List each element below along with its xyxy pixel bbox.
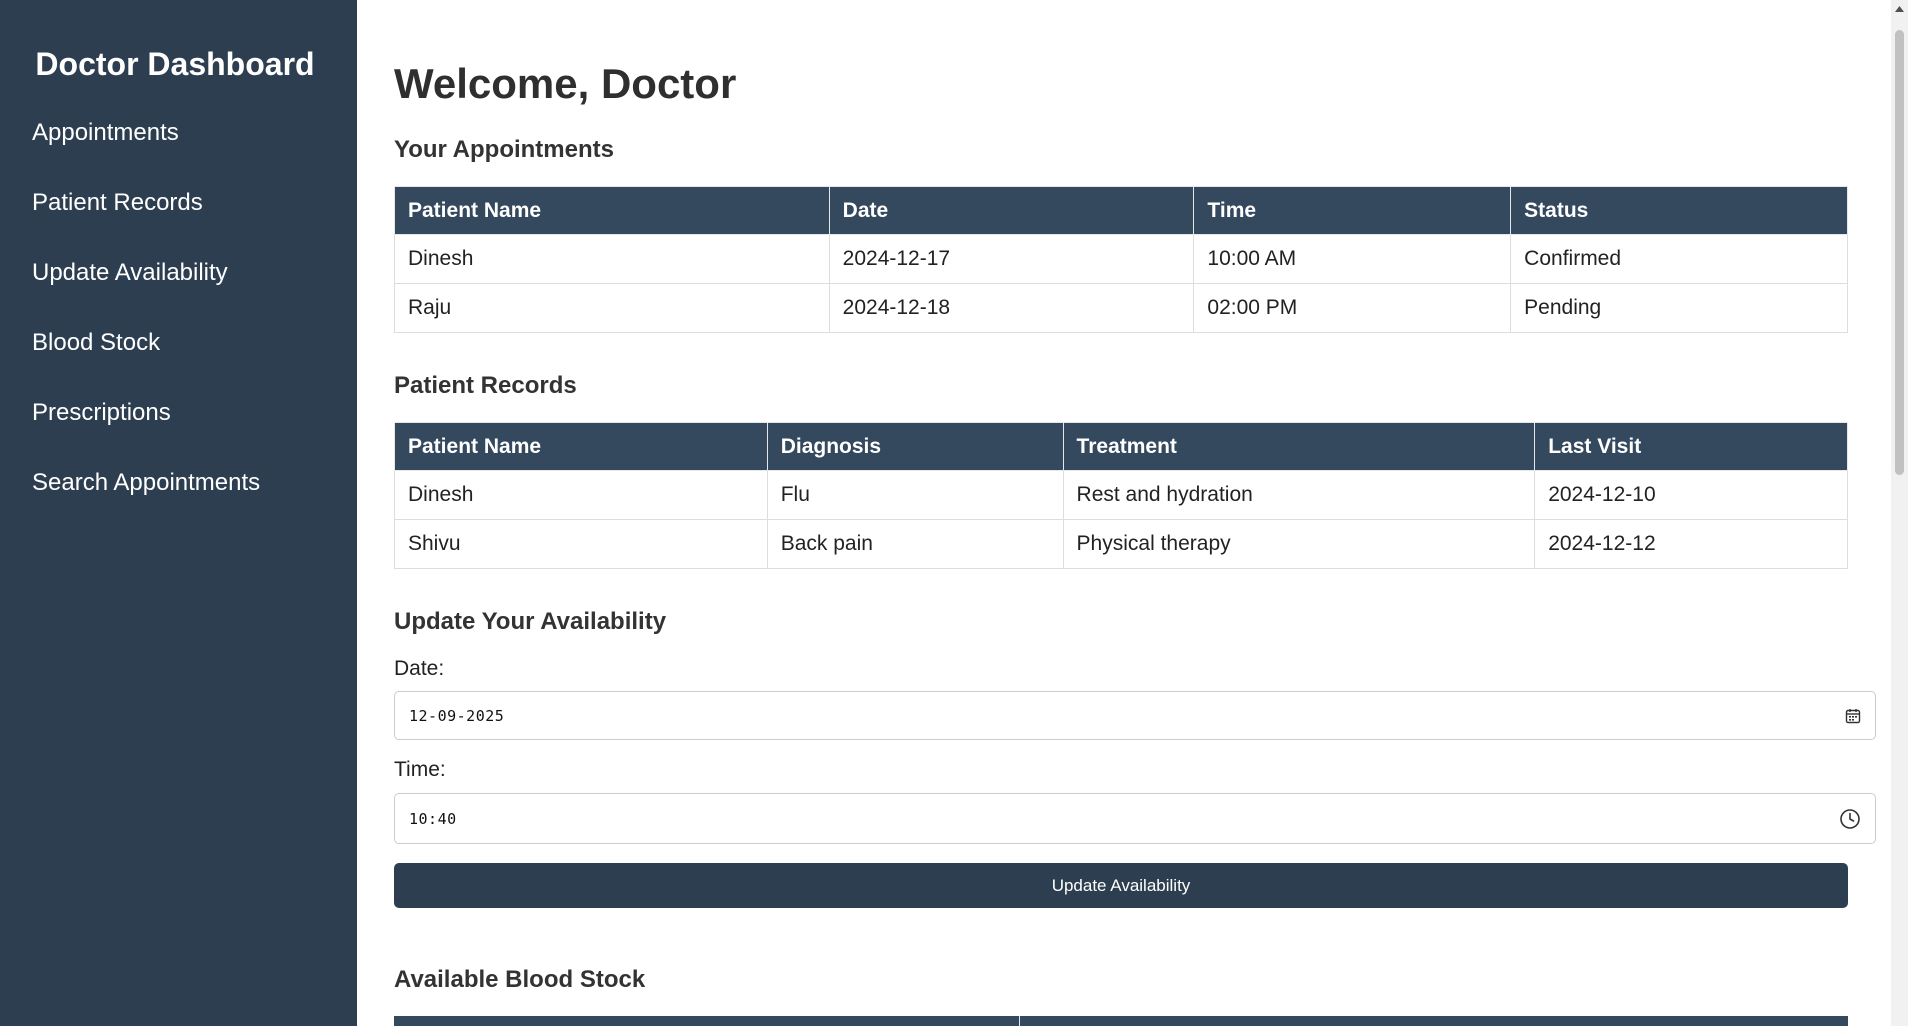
blood-stock-table xyxy=(394,1016,1848,1026)
date-input[interactable]: 12-09-2025 xyxy=(394,691,1876,740)
sidebar-item-label[interactable]: Patient Records xyxy=(32,183,203,223)
sidebar-title: Doctor Dashboard xyxy=(35,46,315,82)
sidebar-item-patient-records[interactable]: Patient Records xyxy=(32,183,260,253)
sidebar-item-label[interactable]: Prescriptions xyxy=(32,393,171,433)
sidebar-item-prescriptions[interactable]: Prescriptions xyxy=(32,393,260,463)
table-cell: Dinesh xyxy=(394,234,830,284)
patient-records-table: Patient Name Diagnosis Treatment Last Vi… xyxy=(394,422,1848,569)
table-cell: 10:00 AM xyxy=(1193,234,1512,284)
sidebar-nav: Appointments Patient Records Update Avai… xyxy=(32,113,260,533)
sidebar-item-label[interactable]: Blood Stock xyxy=(32,323,160,363)
date-label: Date: xyxy=(394,657,445,680)
sidebar-item-appointments[interactable]: Appointments xyxy=(32,113,260,183)
scroll-up-arrow-icon[interactable] xyxy=(1891,0,1908,17)
page-title: Welcome, Doctor xyxy=(394,60,737,107)
table-header-row: Patient Name Date Time Status xyxy=(394,186,1848,235)
column-header: Patient Name xyxy=(394,186,830,235)
column-header: Patient Name xyxy=(394,422,768,471)
table-cell: 2024-12-12 xyxy=(1534,519,1848,569)
availability-heading: Update Your Availability xyxy=(394,608,667,635)
table-row: Shivu Back pain Physical therapy 2024-12… xyxy=(394,519,1848,569)
time-label: Time: xyxy=(394,758,446,781)
table-cell: Dinesh xyxy=(394,470,768,520)
sidebar-item-blood-stock[interactable]: Blood Stock xyxy=(32,323,260,393)
sidebar: Doctor Dashboard Appointments Patient Re… xyxy=(0,0,357,1026)
clock-icon[interactable] xyxy=(1839,808,1861,830)
sidebar-item-update-availability[interactable]: Update Availability xyxy=(32,253,260,323)
vertical-scrollbar[interactable] xyxy=(1891,0,1908,1026)
table-row: Dinesh 2024-12-17 10:00 AM Confirmed xyxy=(394,234,1848,284)
table-cell: Rest and hydration xyxy=(1062,470,1536,520)
patient-records-heading: Patient Records xyxy=(394,372,577,399)
table-cell: 02:00 PM xyxy=(1193,283,1512,333)
column-header: Time xyxy=(1193,186,1512,235)
column-header: Date xyxy=(828,186,1195,235)
scrollbar-thumb[interactable] xyxy=(1895,30,1904,475)
time-input[interactable]: 10:40 xyxy=(394,793,1876,844)
table-cell: Raju xyxy=(394,283,830,333)
table-cell: Back pain xyxy=(766,519,1064,569)
update-availability-button[interactable]: Update Availability xyxy=(394,863,1848,908)
table-header-row: Patient Name Diagnosis Treatment Last Vi… xyxy=(394,422,1848,471)
table-cell: Shivu xyxy=(394,519,768,569)
status-cell: Pending xyxy=(1510,283,1848,333)
sidebar-item-search-appointments[interactable]: Search Appointments xyxy=(32,463,260,533)
table-row: Raju 2024-12-18 02:00 PM Pending xyxy=(394,283,1848,333)
table-cell: Flu xyxy=(766,470,1064,520)
date-value: 12-09-2025 xyxy=(409,706,505,725)
appointments-heading: Your Appointments xyxy=(394,136,614,163)
table-cell: Physical therapy xyxy=(1062,519,1536,569)
sidebar-item-label[interactable]: Appointments xyxy=(32,113,179,153)
column-divider xyxy=(1019,1016,1020,1026)
sidebar-item-label[interactable]: Update Availability xyxy=(32,253,228,293)
main-content: Welcome, Doctor Your Appointments Patien… xyxy=(394,0,1876,1026)
blood-stock-heading: Available Blood Stock xyxy=(394,966,646,993)
column-header: Last Visit xyxy=(1534,422,1848,471)
column-header: Diagnosis xyxy=(766,422,1064,471)
table-row: Dinesh Flu Rest and hydration 2024-12-10 xyxy=(394,470,1848,520)
column-header: Status xyxy=(1510,186,1848,235)
appointments-table: Patient Name Date Time Status Dinesh 202… xyxy=(394,186,1848,333)
status-cell: Confirmed xyxy=(1510,234,1848,284)
calendar-icon[interactable] xyxy=(1845,708,1861,724)
table-cell: 2024-12-17 xyxy=(828,234,1195,284)
column-header: Treatment xyxy=(1062,422,1536,471)
table-cell: 2024-12-10 xyxy=(1534,470,1848,520)
sidebar-item-label[interactable]: Search Appointments xyxy=(32,463,260,503)
table-cell: 2024-12-18 xyxy=(828,283,1195,333)
time-value: 10:40 xyxy=(409,809,457,828)
